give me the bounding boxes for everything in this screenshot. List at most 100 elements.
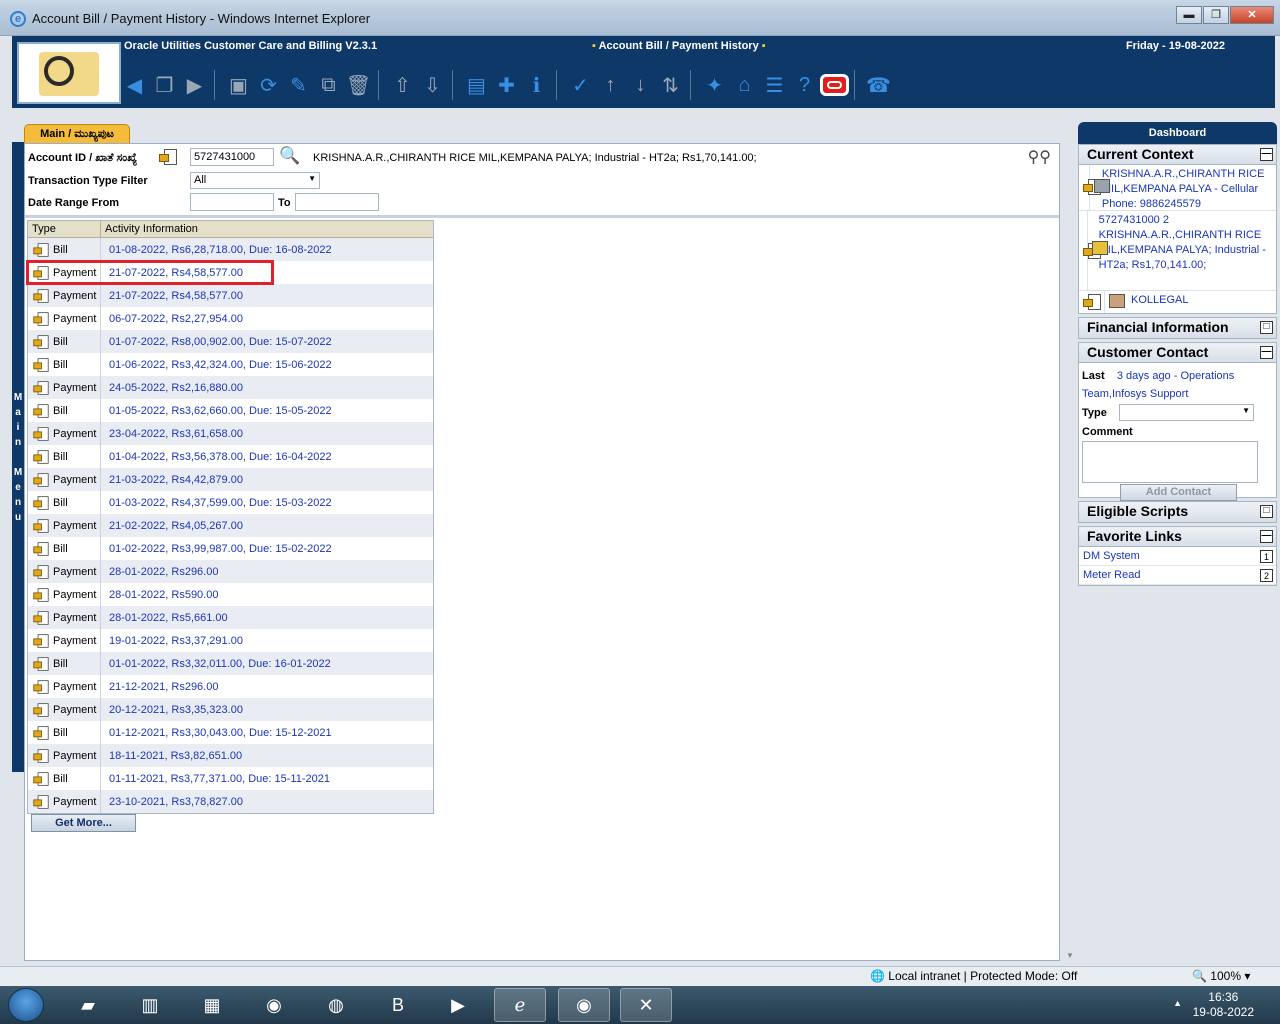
favorite-link-label[interactable]: Meter Read <box>1083 569 1140 581</box>
context-menu-icon[interactable] <box>33 541 49 556</box>
expand-icon[interactable]: □ <box>1260 505 1273 518</box>
type-cell[interactable]: Bill <box>28 445 101 468</box>
account-id-input[interactable]: 5727431000 <box>190 148 274 166</box>
type-cell[interactable]: Payment <box>28 514 101 537</box>
context-account[interactable]: 5727431000 2 KRISHNA.A.R.,CHIRANTH RICE … <box>1079 211 1276 291</box>
move-up-icon[interactable]: ↑ <box>596 70 625 100</box>
tray-arrow-icon[interactable]: ▲ <box>1173 998 1182 1008</box>
next-record-icon[interactable]: ⇩ <box>418 70 447 100</box>
activity-info-link[interactable]: 28-01-2022, Rs296.00 <box>101 566 218 578</box>
context-menu-icon[interactable] <box>33 334 49 349</box>
activity-info-link[interactable]: 01-08-2022, Rs6,28,718.00, Due: 16-08-20… <box>101 244 332 256</box>
context-menu-icon[interactable] <box>33 656 49 671</box>
table-row[interactable]: Bill 01-07-2022, Rs8,00,902.00, Due: 15-0… <box>28 330 433 353</box>
favorite-link-label[interactable]: DM System <box>1083 550 1140 562</box>
date-from-input[interactable] <box>190 193 274 211</box>
firefox-icon[interactable]: ◍ <box>310 988 362 1022</box>
user-preferences-icon[interactable]: ▤ <box>462 70 491 100</box>
scroll-down-icon[interactable]: ▼ <box>1066 951 1074 960</box>
delete-icon[interactable]: 🗑 <box>344 70 373 100</box>
activity-info-link[interactable]: 06-07-2022, Rs2,27,954.00 <box>101 313 243 325</box>
context-menu-icon[interactable] <box>33 357 49 372</box>
column-type[interactable]: Type <box>28 221 101 237</box>
collapse-icon[interactable]: — <box>1260 148 1273 161</box>
refresh-icon[interactable]: ⟳ <box>254 70 283 100</box>
duplicate-icon[interactable]: ⧉ <box>314 70 343 100</box>
media-player-icon[interactable]: ▶ <box>432 988 484 1022</box>
table-row[interactable]: Bill 01-04-2022, Rs3,56,378.00, Due: 16-0… <box>28 445 433 468</box>
minimize-button[interactable]: ▬ <box>1176 6 1202 24</box>
last-contact-link[interactable]: 3 days ago - Operations Team,Infosys Sup… <box>1082 370 1234 400</box>
type-cell[interactable]: Payment <box>28 560 101 583</box>
activity-info-link[interactable]: 21-07-2022, Rs4,58,577.00 <box>101 290 243 302</box>
table-row[interactable]: Bill 01-03-2022, Rs4,37,599.00, Due: 15-0… <box>28 491 433 514</box>
oracle-icon[interactable] <box>820 70 849 100</box>
context-person-text[interactable]: KRISHNA.A.R.,CHIRANTH RICE MIL,KEMPANA P… <box>1100 165 1276 210</box>
binoculars-icon[interactable]: ⚲⚲ <box>1028 147 1051 167</box>
type-cell[interactable]: Bill <box>28 537 101 560</box>
context-menu-icon[interactable] <box>33 725 49 740</box>
close-button[interactable]: ✕ <box>1230 6 1274 24</box>
context-menu-icon[interactable] <box>33 242 49 257</box>
checkmark-icon[interactable]: ✓ <box>566 70 595 100</box>
table-row[interactable]: Bill 01-01-2022, Rs3,32,011.00, Due: 16-0… <box>28 652 433 675</box>
folder-icon[interactable]: ▥ <box>124 988 176 1022</box>
table-row[interactable]: Payment 28-01-2022, Rs5,661.00 <box>28 606 433 629</box>
maximize-button[interactable]: ❐ <box>1203 6 1229 24</box>
context-menu-icon[interactable] <box>33 380 49 395</box>
activity-info-link[interactable]: 01-01-2022, Rs3,32,011.00, Due: 16-01-20… <box>101 658 331 670</box>
table-row[interactable]: Payment 21-02-2022, Rs4,05,267.00 <box>28 514 433 537</box>
table-row[interactable]: Payment 28-01-2022, Rs590.00 <box>28 583 433 606</box>
activity-info-link[interactable]: 19-01-2022, Rs3,37,291.00 <box>101 635 243 647</box>
type-cell[interactable]: Bill <box>28 491 101 514</box>
type-cell[interactable]: Payment <box>28 468 101 491</box>
table-row[interactable]: Bill 01-05-2022, Rs3,62,660.00, Due: 15-0… <box>28 399 433 422</box>
prev-record-icon[interactable]: ⇧ <box>388 70 417 100</box>
context-menu-icon[interactable] <box>33 564 49 579</box>
context-menu-icon[interactable] <box>33 610 49 625</box>
table-row[interactable]: Payment 21-07-2022, Rs4,58,577.00 <box>28 284 433 307</box>
table-row[interactable]: Bill 01-06-2022, Rs3,42,324.00, Due: 15-0… <box>28 353 433 376</box>
phone-icon[interactable]: ☎ <box>864 70 893 100</box>
table-row[interactable]: Payment 21-03-2022, Rs4,42,879.00 <box>28 468 433 491</box>
type-cell[interactable]: Bill <box>28 238 101 261</box>
activity-info-link[interactable]: 01-11-2021, Rs3,77,371.00, Due: 15-11-20… <box>101 773 330 785</box>
add-contact-button[interactable]: Add Contact <box>1120 484 1237 501</box>
start-button[interactable] <box>8 988 44 1022</box>
context-menu-icon[interactable] <box>33 748 49 763</box>
context-menu-icon[interactable] <box>33 771 49 786</box>
context-menu-icon[interactable] <box>33 495 49 510</box>
activity-info-link[interactable]: 01-02-2022, Rs3,99,987.00, Due: 15-02-20… <box>101 543 332 555</box>
type-cell[interactable]: Bill <box>28 353 101 376</box>
activity-info-link[interactable]: 23-10-2021, Rs3,78,827.00 <box>101 796 243 808</box>
type-cell[interactable]: Bill <box>28 652 101 675</box>
activity-info-link[interactable]: 01-04-2022, Rs3,56,378.00, Due: 16-04-20… <box>101 451 332 463</box>
security-zone[interactable]: 🌐 Local intranet | Protected Mode: Off <box>870 969 1077 983</box>
activity-info-link[interactable]: 28-01-2022, Rs5,661.00 <box>101 612 228 624</box>
excel-icon[interactable]: ✕ <box>620 988 672 1022</box>
activity-info-link[interactable]: 01-06-2022, Rs3,42,324.00, Due: 15-06-20… <box>101 359 332 371</box>
context-account-text[interactable]: 5727431000 2 KRISHNA.A.R.,CHIRANTH RICE … <box>1097 211 1276 290</box>
context-menu-icon[interactable] <box>33 702 49 717</box>
context-menu-icon[interactable] <box>1083 294 1101 310</box>
expand-icon[interactable]: □ <box>1260 321 1273 334</box>
favorite-link[interactable]: Meter Read 2 <box>1079 566 1276 585</box>
activity-info-link[interactable]: 24-05-2022, Rs2,16,880.00 <box>101 382 243 394</box>
clock[interactable]: 16:36 19-08-2022 <box>1193 990 1254 1020</box>
context-menu-icon[interactable] <box>33 426 49 441</box>
table-row[interactable]: Payment 21-12-2021, Rs296.00 <box>28 675 433 698</box>
table-row[interactable]: Bill 01-08-2022, Rs6,28,718.00, Due: 16-0… <box>28 238 433 261</box>
search-icon[interactable]: 🔍 <box>279 146 300 166</box>
goto-icon[interactable]: ✚ <box>492 70 521 100</box>
type-cell[interactable]: Bill <box>28 721 101 744</box>
context-menu-icon[interactable] <box>33 518 49 533</box>
context-person[interactable]: KRISHNA.A.R.,CHIRANTH RICE MIL,KEMPANA P… <box>1079 165 1276 211</box>
collapse-icon[interactable]: — <box>1260 530 1273 543</box>
scrollbar[interactable]: ▼ <box>1066 128 1076 960</box>
context-menu-icon[interactable] <box>33 794 49 809</box>
type-cell[interactable]: Bill <box>28 330 101 353</box>
activity-info-link[interactable]: 01-05-2022, Rs3,62,660.00, Due: 15-05-20… <box>101 405 332 417</box>
clear-icon[interactable]: ✎ <box>284 70 313 100</box>
notes-icon[interactable]: ▰ <box>62 988 114 1022</box>
contact-type-select[interactable]: ▼ <box>1119 404 1254 421</box>
